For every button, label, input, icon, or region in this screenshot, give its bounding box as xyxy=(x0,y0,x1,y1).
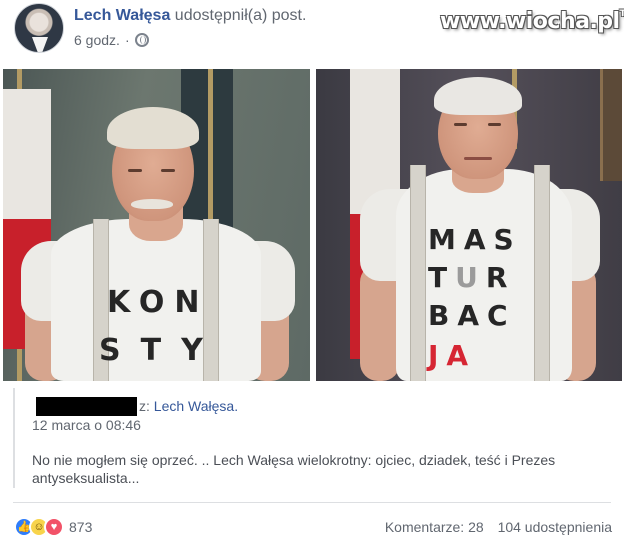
shirt-text-line: KON xyxy=(107,285,210,320)
shirt-text-line: TUR xyxy=(428,261,515,294)
quote-source-prefix: z: xyxy=(139,398,150,414)
post-header: Lech Wałęsa udostępnił(a) post. 6 godz. … xyxy=(0,0,624,66)
comments-count[interactable]: Komentarze: 28 xyxy=(385,519,484,535)
person-right: MAS TUR BAC JA xyxy=(316,69,622,381)
love-icon: ♥ xyxy=(44,517,64,537)
quote-source: z: Lech Wałęsa. xyxy=(139,398,238,414)
share-action-text: udostępnił(a) post. xyxy=(174,7,307,24)
watermark-tm: TM xyxy=(619,9,624,19)
photo-left[interactable]: KON STY xyxy=(3,69,310,381)
quote-body: No nie mogłem się oprzeć. .. Lech Wałęsa… xyxy=(32,452,556,486)
reactions-summary[interactable]: 👍 ☺ ♥ 873 xyxy=(14,517,92,537)
post-photos: KON STY MAS TUR BAC JA xyxy=(0,66,624,382)
shirt-text-line: BAC xyxy=(428,299,516,332)
photo-right[interactable]: MAS TUR BAC JA xyxy=(316,69,622,381)
shares-count[interactable]: 104 udostępnienia xyxy=(498,519,612,535)
reaction-count[interactable]: 873 xyxy=(69,519,92,535)
post-footer: 👍 ☺ ♥ 873 Komentarze: 28 104 udostępnien… xyxy=(0,503,624,553)
post-author-line: Lech Wałęsa udostępnił(a) post. xyxy=(74,7,306,25)
redacted-name xyxy=(36,397,137,416)
shirt-text-tur: TUR xyxy=(428,261,516,294)
quote-source-link[interactable]: Lech Wałęsa. xyxy=(154,398,238,414)
author-name-link[interactable]: Lech Wałęsa xyxy=(74,7,170,24)
post-stats: Komentarze: 28 104 udostępnienia xyxy=(375,519,612,535)
shirt-text-line: MAS xyxy=(428,223,522,256)
quote-date[interactable]: 12 marca o 08:46 xyxy=(32,417,141,433)
person-left: KON STY xyxy=(3,69,310,381)
globe-icon[interactable] xyxy=(134,33,149,47)
quote-bar xyxy=(13,388,15,488)
post-timestamp[interactable]: 6 godz. xyxy=(74,32,120,48)
watermark-text: www.wiocha.pl xyxy=(440,9,620,34)
watermark: www.wiocha.plTM xyxy=(440,9,624,34)
post-meta: 6 godz. · xyxy=(74,32,149,48)
shirt-text-line: STY xyxy=(99,333,223,368)
quoted-post: z: Lech Wałęsa. 12 marca o 08:46 No nie … xyxy=(13,388,611,488)
shirt-text-line: JA xyxy=(428,339,477,372)
author-avatar[interactable] xyxy=(14,3,64,53)
